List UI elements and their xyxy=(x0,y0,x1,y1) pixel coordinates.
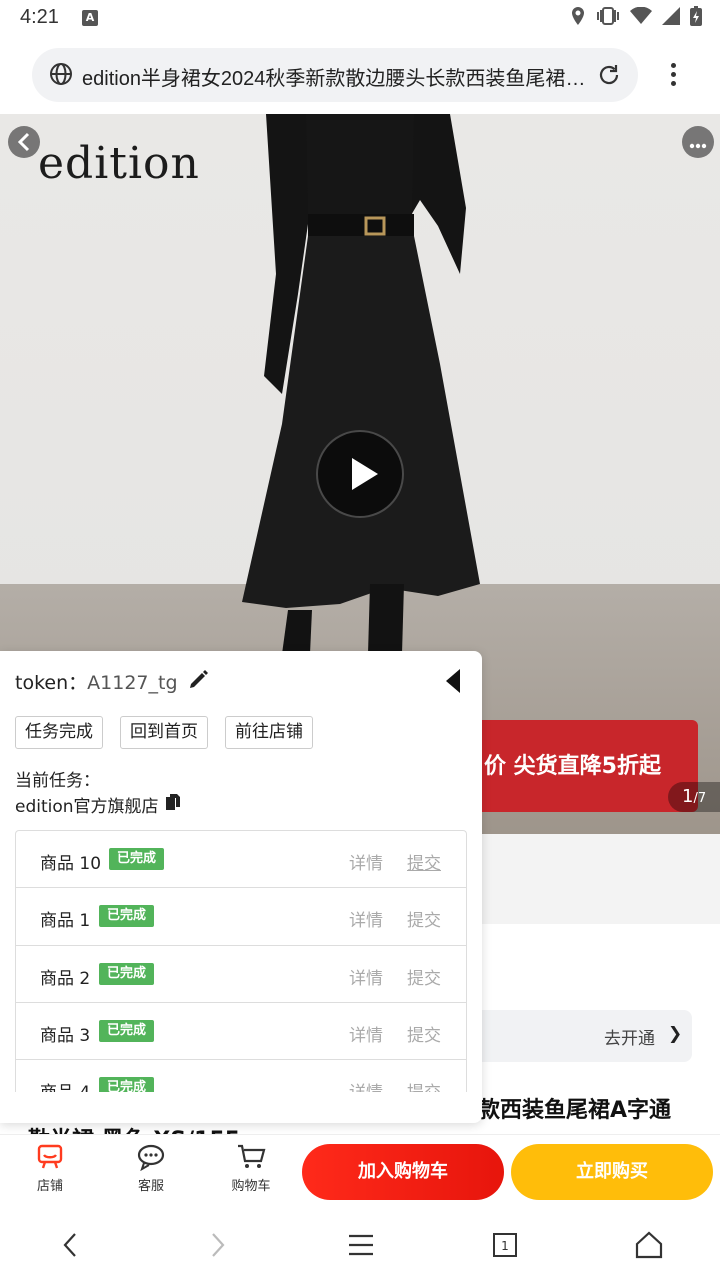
status-icons xyxy=(570,6,702,26)
task-item-list[interactable]: 商品 10 已完成 详情 提交 商品 1 已完成 详情 提交 商品 2 已完成 … xyxy=(15,830,467,1092)
location-icon xyxy=(572,7,584,25)
chevron-right-icon: ❯ xyxy=(668,1024,683,1044)
task-panel: token：A1127_tg 任务完成 回到首页 前往店铺 当前任务： edit… xyxy=(0,651,482,1123)
play-icon xyxy=(352,458,378,490)
signal-icon xyxy=(662,7,680,25)
customer-service-tab[interactable]: 客服 xyxy=(121,1143,181,1194)
globe-icon xyxy=(50,63,72,85)
brand-logo: edition xyxy=(38,138,200,189)
list-item: 商品 1 已完成 详情 提交 xyxy=(16,888,466,946)
shop-icon xyxy=(37,1144,63,1169)
submit-link[interactable]: 提交 xyxy=(407,906,441,931)
url-text[interactable]: edition半身裙女2024秋季新款散边腰头长款西装鱼尾裙A字通勤半裙 xyxy=(82,62,590,91)
navigation-bar: 1 xyxy=(0,1210,720,1280)
back-arrow-icon[interactable] xyxy=(56,1230,86,1260)
add-to-cart-button[interactable]: 加入购物车 xyxy=(302,1144,504,1200)
token-value: A1127_tg xyxy=(87,672,178,694)
back-home-button[interactable]: 回到首页 xyxy=(120,716,208,749)
image-pager: 1/7 xyxy=(668,782,720,812)
address-bar[interactable]: edition半身裙女2024秋季新款散边腰头长款西装鱼尾裙A字通勤半裙 xyxy=(32,48,638,102)
status-bar: 4:21 A xyxy=(0,0,720,36)
cart-tab[interactable]: 购物车 xyxy=(221,1143,281,1194)
status-badge: 已完成 xyxy=(99,962,155,985)
promo-banner[interactable]: 价 尖货直降5折起 xyxy=(470,720,698,812)
bottom-action-bar: 店铺 客服 购物车 加入购物车 立即购买 xyxy=(0,1134,720,1210)
pencil-icon[interactable] xyxy=(186,668,210,692)
menu-icon[interactable] xyxy=(346,1230,376,1260)
vibrate-icon xyxy=(597,7,619,25)
detail-link[interactable]: 详情 xyxy=(349,1078,383,1092)
list-item: 商品 10 已完成 详情 提交 xyxy=(16,831,466,889)
list-item: 商品 2 已完成 详情 提交 xyxy=(16,946,466,1003)
vip-open-label: 去开通 xyxy=(604,1029,655,1049)
battery-icon xyxy=(690,6,702,26)
forward-arrow-icon[interactable] xyxy=(202,1230,232,1260)
submit-link[interactable]: 提交 xyxy=(407,964,441,989)
go-to-shop-button[interactable]: 前往店铺 xyxy=(225,716,313,749)
list-item: 商品 3 已完成 详情 提交 xyxy=(16,1003,466,1061)
submit-link[interactable]: 提交 xyxy=(407,1021,441,1046)
tabs-icon[interactable]: 1 xyxy=(490,1230,520,1260)
status-badge: 已完成 xyxy=(99,905,155,928)
detail-link[interactable]: 详情 xyxy=(349,964,383,989)
play-video-button[interactable] xyxy=(316,430,404,518)
copy-icon[interactable] xyxy=(163,792,183,812)
product-title: 款西装鱼尾裙A字通 xyxy=(478,1098,672,1123)
more-button[interactable] xyxy=(682,126,714,158)
back-button[interactable] xyxy=(8,126,40,158)
status-time: 4:21 xyxy=(20,6,59,28)
task-complete-button[interactable]: 任务完成 xyxy=(15,716,103,749)
cart-icon xyxy=(238,1144,266,1168)
status-badge: 已完成 xyxy=(99,1077,155,1092)
detail-link[interactable]: 详情 xyxy=(349,1021,383,1046)
chat-icon xyxy=(137,1144,165,1171)
wifi-icon xyxy=(630,7,652,24)
detail-link[interactable]: 详情 xyxy=(349,849,383,874)
status-badge: 已完成 xyxy=(99,1019,155,1042)
overflow-menu-icon[interactable] xyxy=(664,60,682,90)
buy-now-button[interactable]: 立即购买 xyxy=(511,1144,713,1200)
reload-icon[interactable] xyxy=(596,62,622,88)
current-task-label: 当前任务： xyxy=(15,771,100,791)
list-item: 商品 4 已完成 详情 提交 xyxy=(16,1060,466,1092)
submit-link[interactable]: 提交 xyxy=(407,1078,441,1092)
svg-text:1: 1 xyxy=(501,1239,509,1253)
more-dots-icon xyxy=(689,143,707,149)
home-icon[interactable] xyxy=(634,1230,664,1260)
collapse-panel-icon[interactable] xyxy=(444,667,462,695)
vip-open-bar[interactable]: 去开通 ❯ xyxy=(470,1010,692,1062)
promo-text: 价 尖货直降5折起 xyxy=(484,754,661,779)
notification-a-icon: A xyxy=(82,10,98,26)
current-task-shop: edition官方旗舰店 xyxy=(15,797,159,817)
chevron-left-icon xyxy=(17,132,30,152)
shop-tab[interactable]: 店铺 xyxy=(20,1143,80,1194)
submit-link[interactable]: 提交 xyxy=(407,849,441,874)
model-figure xyxy=(242,114,480,654)
detail-link[interactable]: 详情 xyxy=(349,906,383,931)
token-line: token：A1127_tg xyxy=(15,672,178,694)
status-badge: 已完成 xyxy=(109,848,165,870)
